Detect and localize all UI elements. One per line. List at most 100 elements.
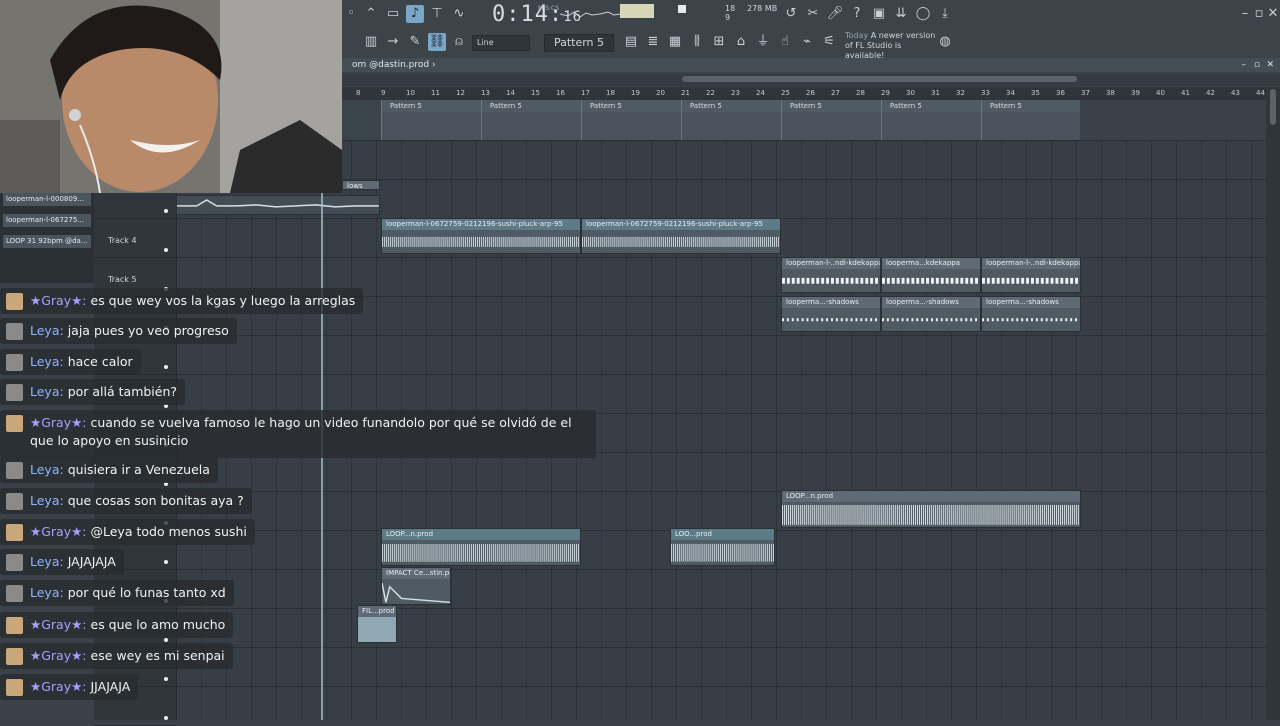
ruler-number: 22 <box>706 89 715 97</box>
chat-username: Leya: <box>30 493 64 508</box>
touch-icon[interactable]: ☝ <box>776 33 794 51</box>
clip-label: looperman-l-0672759-0212196-sushi-pluck-… <box>582 219 780 230</box>
chat-message: Leya: que cosas son bonitas aya ? <box>0 488 252 514</box>
window-minimize-icon[interactable]: – <box>1242 58 1247 72</box>
waveform <box>582 236 780 247</box>
channel-rack-icon[interactable]: ≣ <box>644 33 662 51</box>
save-icon[interactable]: ▣ <box>870 5 888 23</box>
pattern-clip[interactable]: Pattern 5 <box>681 100 782 140</box>
clip-icon[interactable]: ⚟ <box>820 33 838 51</box>
chat-username: ★Gray★: <box>30 415 87 430</box>
plugin-icon[interactable]: ⌂ <box>732 33 750 51</box>
pattern-clip[interactable]: Pattern 5 <box>881 100 982 140</box>
avatar <box>6 617 23 634</box>
chat-username: Leya: <box>30 554 64 569</box>
audio-clip[interactable]: looperman-l-..ndi-kdekappa <box>981 257 1081 293</box>
audio-clip[interactable]: LOO...prod <box>670 528 775 566</box>
chat-text: JAJAJAJA <box>67 554 116 569</box>
waveform <box>782 504 1080 525</box>
sync-icon[interactable]: ⌁ <box>798 33 816 51</box>
help-icon[interactable]: ? <box>848 5 866 23</box>
pin-icon[interactable]: ⏚ <box>754 33 772 51</box>
chat-username: Leya: <box>30 323 64 338</box>
chat-text: ese wey es mi senpai <box>90 648 225 663</box>
mic-icon[interactable]: 🎤︎ <box>826 5 844 23</box>
chat-message: ★Gray★: JJAJAJA <box>0 674 139 700</box>
window-maximize-icon[interactable]: ▫ <box>1254 58 1260 72</box>
audio-clip[interactable]: looperma...-shadows <box>981 296 1081 332</box>
chat-message: Leya: JAJAJAJA <box>0 549 124 575</box>
playlist-icon[interactable]: ⫼ <box>688 33 706 51</box>
mixer-icon[interactable]: ▤ <box>622 33 640 51</box>
globe-icon[interactable]: ◍ <box>936 33 954 51</box>
clip-label: looperman-l-..ndi-kdekappa <box>782 258 880 269</box>
chat-text: cuando se vuelva famoso le hago un video… <box>30 415 572 448</box>
clip-label: looperma...-shadows <box>882 297 980 308</box>
chat-message: Leya: jaja pues yo veo progreso <box>0 318 237 344</box>
waveform <box>982 277 1080 284</box>
audio-clip[interactable]: LOOP...n.prod <box>781 490 1081 528</box>
waveform <box>782 277 880 284</box>
window-close-icon[interactable]: ✕ <box>1266 58 1274 72</box>
chat-message: ★Gray★: ese wey es mi senpai <box>0 643 233 669</box>
audio-clip[interactable]: looperman-l-..ndi-kdekappa <box>781 257 881 293</box>
ruler-number: 37 <box>1081 89 1090 97</box>
audio-clip[interactable]: looperma...-shadows <box>881 296 981 332</box>
chat-message: Leya: por allá también? <box>0 379 186 405</box>
avatar <box>6 415 23 432</box>
undo-icon[interactable]: ↺ <box>782 5 800 23</box>
export-icon[interactable]: ⇊ <box>892 5 910 23</box>
vertical-scrollbar[interactable] <box>1266 87 1280 720</box>
master-pitch[interactable] <box>678 5 686 13</box>
chat-text: por qué lo funas tanto xd <box>67 585 226 600</box>
vertical-scroll-thumb[interactable] <box>1270 89 1276 125</box>
chat-message: Leya: quisiera ir a Venezuela <box>0 457 218 483</box>
ruler-number: 36 <box>1056 89 1065 97</box>
chat-text: jaja pues yo veo progreso <box>67 323 229 338</box>
chat-username: ★Gray★: <box>30 648 87 663</box>
chat-message: Leya: por qué lo funas tanto xd <box>0 580 234 606</box>
pattern-clip[interactable]: Pattern 5 <box>781 100 882 140</box>
ruler-number: 35 <box>1031 89 1040 97</box>
chat-text: por allá también? <box>67 384 178 399</box>
pattern-clip-label: Pattern 5 <box>982 100 1080 112</box>
waveform <box>882 318 980 322</box>
download-icon[interactable]: ⤓ <box>936 5 954 23</box>
chat-text: JJAJAJA <box>90 679 131 694</box>
waveform <box>782 318 880 322</box>
chat-text: es que wey vos la kgas y luego la arregl… <box>90 293 356 308</box>
chat-username: ★Gray★: <box>30 293 87 308</box>
level-meter <box>620 4 654 18</box>
browser-icon[interactable]: ⊞ <box>710 33 728 51</box>
audio-clip[interactable]: looperman-l-0672759-0212196-sushi-pluck-… <box>581 218 781 254</box>
ruler-number: 26 <box>806 89 815 97</box>
chat-username: ★Gray★: <box>30 524 87 539</box>
chat-username: Leya: <box>30 384 64 399</box>
close-icon[interactable]: ✕ <box>1264 5 1280 23</box>
ruler-number: 34 <box>1006 89 1015 97</box>
pattern-clip[interactable]: Pattern 5 <box>981 100 1080 140</box>
chat-overlay: ★Gray★: es que wey vos la kgas y luego l… <box>0 0 600 720</box>
ruler-number: 24 <box>756 89 765 97</box>
ruler-number: 20 <box>656 89 665 97</box>
chat-username: Leya: <box>30 462 64 477</box>
ruler-number: 25 <box>781 89 790 97</box>
clip-label: LOOP...n.prod <box>782 491 1080 502</box>
clip-label: LOO...prod <box>671 529 774 540</box>
piano-roll-icon[interactable]: ▦ <box>666 33 684 51</box>
chat-username: ★Gray★: <box>30 617 87 632</box>
avatar <box>6 585 23 602</box>
audio-clip[interactable]: looperma...-shadows <box>781 296 881 332</box>
cut-icon[interactable]: ✂ <box>804 5 822 23</box>
scroll-thumb[interactable] <box>682 76 1077 82</box>
chat-icon[interactable]: ◯ <box>914 5 932 23</box>
avatar <box>6 462 23 479</box>
news-panel[interactable]: Today A newer version of FL Studio is av… <box>845 31 937 61</box>
pattern-clip-label: Pattern 5 <box>682 100 782 112</box>
avatar <box>6 524 23 541</box>
chat-message: Leya: hace calor <box>0 349 141 375</box>
chat-username: ★Gray★: <box>30 679 87 694</box>
ruler-number: 43 <box>1231 89 1240 97</box>
clip-label: looperma...kdekappa <box>882 258 980 269</box>
audio-clip[interactable]: looperma...kdekappa <box>881 257 981 293</box>
